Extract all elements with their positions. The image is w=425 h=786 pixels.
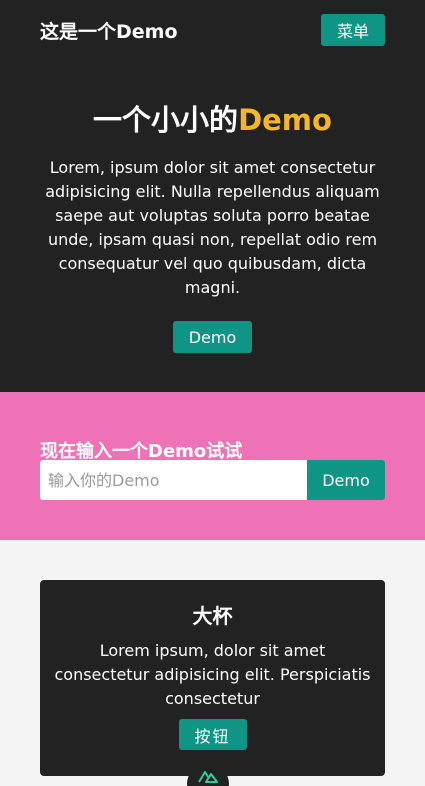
card-button[interactable]: 按钮 xyxy=(178,719,247,750)
menu-button[interactable]: 菜单 xyxy=(321,14,385,46)
hero-title: 一个小小的Demo xyxy=(40,98,385,142)
hero-text: Lorem, ipsum dolor sit amet consectetur … xyxy=(45,158,380,297)
hero-demo-button[interactable]: Demo xyxy=(173,321,252,353)
navbar: 这是一个Demo 菜单 xyxy=(40,14,385,46)
nuxt-icon xyxy=(198,771,218,783)
brand-title[interactable]: 这是一个Demo xyxy=(40,17,178,44)
hero-content: 一个小小的Demo Lorem, ipsum dolor sit amet co… xyxy=(40,98,385,353)
card: 大杯 Lorem ipsum, dolor sit amet consectet… xyxy=(40,580,385,776)
search-demo-button[interactable]: Demo xyxy=(307,460,385,500)
card-text: Lorem ipsum, dolor sit amet consectetur … xyxy=(54,641,371,708)
hero-section: 这是一个Demo 菜单 一个小小的Demo Lorem, ipsum dolor… xyxy=(0,0,425,392)
hero-title-accent: Demo xyxy=(238,103,332,137)
search-section: 现在输入一个Demo试试 Demo xyxy=(0,392,425,540)
card-section: 大杯 Lorem ipsum, dolor sit amet consectet… xyxy=(0,540,425,786)
hero-title-main: 一个小小的 xyxy=(93,103,239,137)
search-form: Demo xyxy=(40,460,385,500)
demo-input[interactable] xyxy=(40,460,307,500)
card-title: 大杯 xyxy=(192,604,233,628)
